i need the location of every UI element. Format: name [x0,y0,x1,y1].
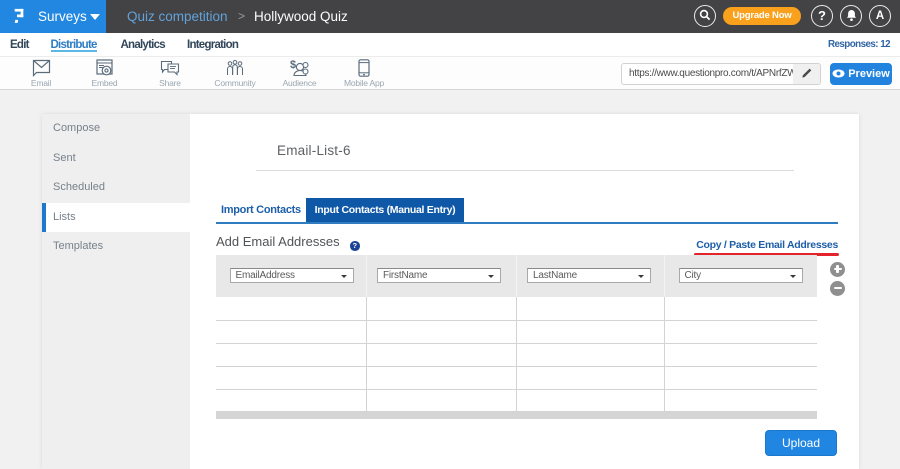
svg-text:$: $ [290,59,296,71]
